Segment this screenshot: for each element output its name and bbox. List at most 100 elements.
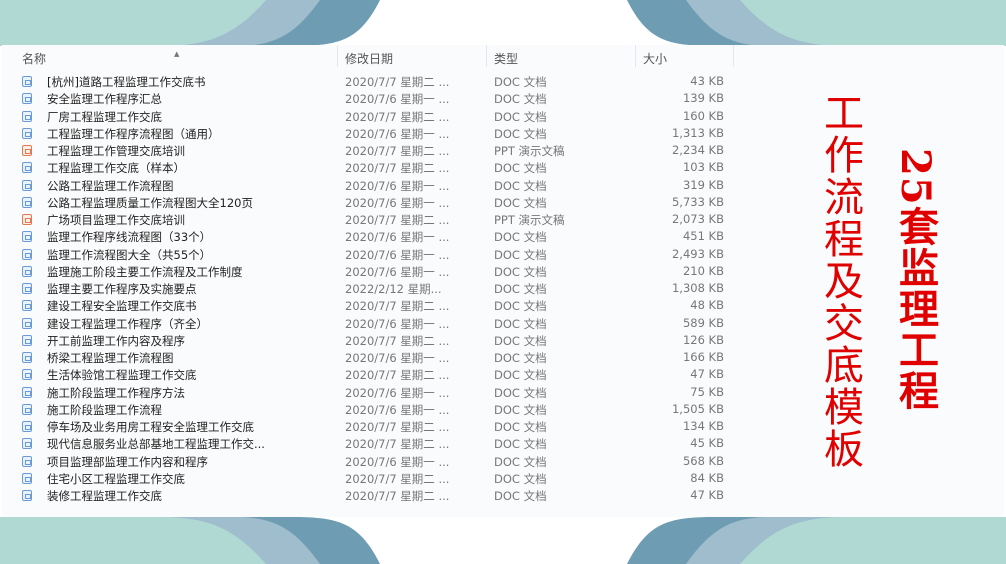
file-row[interactable]: 生活体验馆工程监理工作交底 2020/7/7 星期二 ... DOC 文档 47 KB [2, 366, 742, 383]
file-name: 工程监理工作程序流程图（通用） [47, 126, 220, 141]
column-header-date[interactable]: 修改日期 [345, 50, 393, 67]
file-name: 广场项目监理工作交底培训 [47, 213, 185, 227]
file-row[interactable]: 停车场及业务用房工程安全监理工作交底 2020/7/7 星期二 ... DOC 文档… [2, 418, 742, 435]
doc-file-icon [22, 231, 32, 243]
file-type: DOC 文档 [494, 282, 547, 296]
file-size: 451 KB [682, 229, 724, 244]
file-row[interactable]: 现代信息服务业总部基地工程监理工作交... 2020/7/7 星期二 ... DOC… [2, 435, 742, 452]
doc-file-icon [22, 93, 32, 105]
overlay-subtitle: 25套监理工程 [892, 148, 939, 411]
ppt-file-icon [22, 214, 32, 225]
column-header-size[interactable]: 大小 [643, 50, 667, 67]
doc-file-icon [22, 127, 32, 139]
file-row[interactable]: 厂房工程监理工作交底 2020/7/7 星期二 ... DOC 文档 160 KB [2, 108, 742, 125]
file-row[interactable]: 工程监理工作管理交底培训 2020/7/7 星期二 ... PPT 演示文稿 2,23… [2, 142, 742, 159]
file-row[interactable]: 施工阶段监理工作流程 2020/7/6 星期一 ... DOC 文档 1,505 KB [2, 401, 742, 418]
file-date: 2020/7/7 星期二 ... [345, 161, 450, 176]
doc-file-icon [22, 334, 32, 346]
doc-file-icon [22, 386, 32, 398]
file-name: [杭州]道路工程监理工作交底书 [47, 75, 206, 89]
doc-file-icon [22, 472, 32, 484]
file-type: DOC 文档 [494, 92, 547, 107]
file-row[interactable]: 装修工程监理工作交底 2020/7/7 星期二 ... DOC 文档 47 KB [2, 487, 742, 504]
file-name: 项目监理部监理工作内容和程序 [47, 454, 208, 469]
file-size: 1,505 KB [671, 401, 724, 416]
file-type: DOC 文档 [494, 264, 547, 279]
bottom-left-waves [0, 517, 380, 564]
file-row[interactable]: 工程监理工作程序流程图（通用） 2020/7/6 星期一 ... DOC 文档 1,3… [2, 125, 742, 142]
file-size: 2,493 KB [671, 246, 724, 261]
column-header-type[interactable]: 类型 [494, 50, 518, 67]
column-header-row: ▲ 名称 修改日期 类型 大小 [2, 45, 1004, 69]
file-type: DOC 文档 [494, 333, 547, 348]
file-type: DOC 文档 [494, 75, 547, 89]
column-header-name[interactable]: 名称 [22, 50, 46, 67]
file-type: DOC 文档 [494, 230, 547, 245]
file-date: 2020/7/6 星期一 ... [345, 178, 450, 193]
doc-file-icon [22, 248, 32, 260]
file-size: 134 KB [682, 419, 724, 433]
bottom-right-waves [627, 517, 1006, 564]
file-size: 5,733 KB [671, 194, 724, 209]
file-date: 2020/7/7 星期二 ... [345, 489, 450, 503]
file-date: 2022/2/12 星期... [345, 282, 442, 296]
file-row[interactable]: 施工阶段监理工作程序方法 2020/7/6 星期一 ... DOC 文档 75 KB [2, 384, 742, 401]
file-row[interactable]: [杭州]道路工程监理工作交底书 2020/7/7 星期二 ... DOC 文档 43 … [2, 73, 742, 90]
doc-file-icon [22, 455, 32, 467]
column-divider[interactable] [337, 45, 338, 67]
doc-file-icon [22, 421, 32, 432]
file-type: DOC 文档 [494, 178, 547, 193]
file-row[interactable]: 住宅小区工程监理工作交底 2020/7/7 星期二 ... DOC 文档 84 KB [2, 470, 742, 487]
file-row[interactable]: 项目监理部监理工作内容和程序 2020/7/6 星期一 ... DOC 文档 568 … [2, 453, 742, 470]
file-size: 1,313 KB [671, 125, 724, 140]
file-name: 监理工作程序线流程图（33个） [47, 230, 212, 245]
file-date: 2020/7/6 星期一 ... [345, 402, 450, 417]
file-row[interactable]: 监理主要工作程序及实施要点 2022/2/12 星期... DOC 文档 1,308 … [2, 280, 742, 297]
file-size: 126 KB [682, 332, 724, 347]
file-row[interactable]: 安全监理工作程序汇总 2020/7/6 星期一 ... DOC 文档 139 KB [2, 90, 742, 107]
file-row[interactable]: 工程监理工作交底（样本） 2020/7/7 星期二 ... DOC 文档 103 KB [2, 159, 742, 176]
file-name: 施工阶段监理工作流程 [47, 402, 162, 417]
doc-file-icon [22, 76, 32, 87]
file-date: 2020/7/6 星期一 ... [345, 316, 450, 331]
file-name: 建设工程监理工作程序（齐全） [47, 316, 208, 331]
file-row[interactable]: 广场项目监理工作交底培训 2020/7/7 星期二 ... PPT 演示文稿 2,07… [2, 211, 742, 228]
column-divider[interactable] [486, 45, 487, 67]
column-divider[interactable] [635, 45, 636, 67]
file-size: 139 KB [682, 91, 724, 106]
file-size: 75 KB [690, 384, 724, 399]
file-type: PPT 演示文稿 [494, 213, 565, 227]
file-size: 160 KB [682, 108, 724, 123]
file-name: 监理施工阶段主要工作流程及工作制度 [47, 264, 243, 279]
file-row[interactable]: 开工前监理工作内容及程序 2020/7/7 星期二 ... DOC 文档 126 KB [2, 332, 742, 349]
file-row[interactable]: 监理工作程序线流程图（33个） 2020/7/6 星期一 ... DOC 文档 451… [2, 228, 742, 245]
file-size: 103 KB [682, 160, 724, 175]
file-size: 84 KB [690, 470, 724, 485]
file-size: 319 KB [682, 177, 724, 192]
file-row[interactable]: 监理施工阶段主要工作流程及工作制度 2020/7/6 星期一 ... DOC 文档 2… [2, 263, 742, 280]
file-date: 2020/7/7 星期二 ... [345, 420, 450, 434]
file-name: 施工阶段监理工作程序方法 [47, 385, 185, 400]
column-divider[interactable] [733, 45, 734, 67]
file-size: 166 KB [682, 350, 724, 364]
file-row[interactable]: 监理工作流程图大全（共55个） 2020/7/6 星期一 ... DOC 文档 2,4… [2, 246, 742, 263]
sort-ascending-icon: ▲ [174, 50, 180, 58]
doc-file-icon [22, 369, 32, 381]
file-size: 589 KB [682, 315, 724, 330]
file-name: 安全监理工作程序汇总 [47, 92, 162, 107]
file-row[interactable]: 公路工程监理工作流程图 2020/7/6 星期一 ... DOC 文档 319 KB [2, 177, 742, 194]
file-type: DOC 文档 [494, 299, 547, 314]
file-name: 停车场及业务用房工程安全监理工作交底 [47, 420, 254, 434]
file-name: 现代信息服务业总部基地工程监理工作交... [47, 437, 265, 452]
file-date: 2020/7/6 星期一 ... [345, 195, 450, 210]
file-row[interactable]: 建设工程安全监理工作交底书 2020/7/7 星期二 ... DOC 文档 48 KB [2, 297, 742, 314]
file-row[interactable]: 建设工程监理工作程序（齐全） 2020/7/6 星期一 ... DOC 文档 589 … [2, 315, 742, 332]
file-row[interactable]: 公路工程监理质量工作流程图大全120页 2020/7/6 星期一 ... DOC 文… [2, 194, 742, 211]
file-name: 住宅小区工程监理工作交底 [47, 471, 185, 486]
file-name: 建设工程安全监理工作交底书 [47, 299, 197, 314]
file-date: 2020/7/6 星期一 ... [345, 454, 450, 469]
file-type: DOC 文档 [494, 454, 547, 469]
file-row[interactable]: 桥梁工程监理工作流程图 2020/7/6 星期一 ... DOC 文档 166 KB [2, 349, 742, 366]
file-size: 47 KB [690, 367, 724, 382]
doc-file-icon [22, 265, 32, 277]
